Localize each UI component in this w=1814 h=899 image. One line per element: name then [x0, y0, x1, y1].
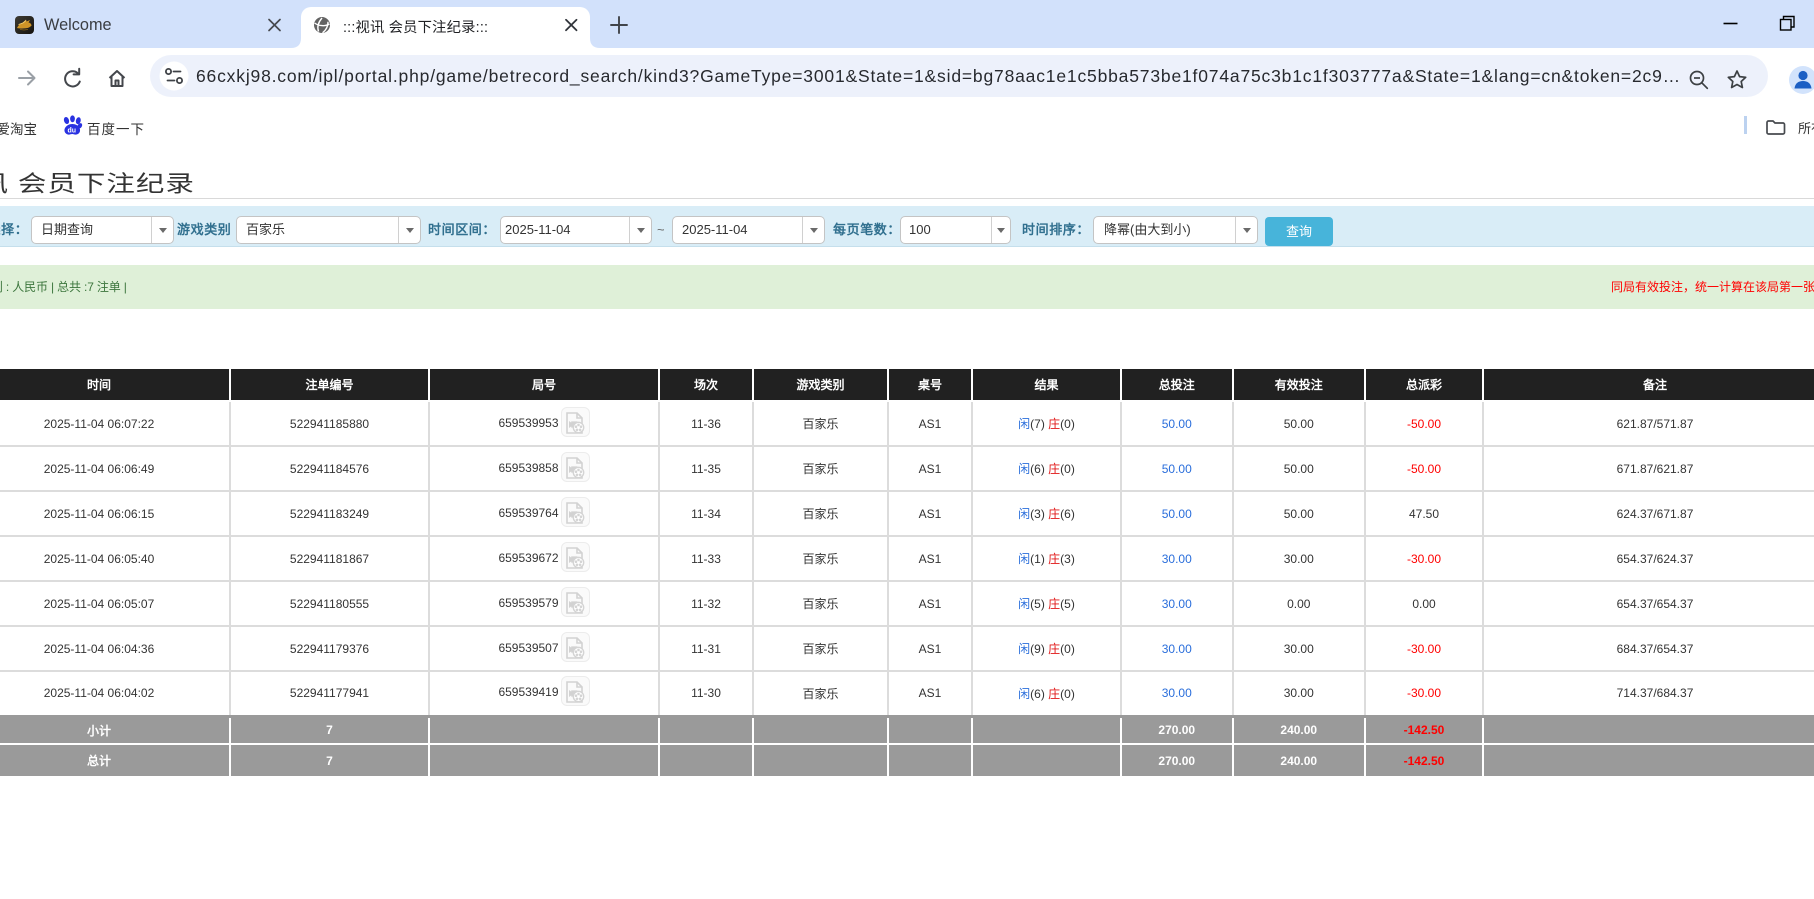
svg-text:du: du — [68, 128, 77, 135]
